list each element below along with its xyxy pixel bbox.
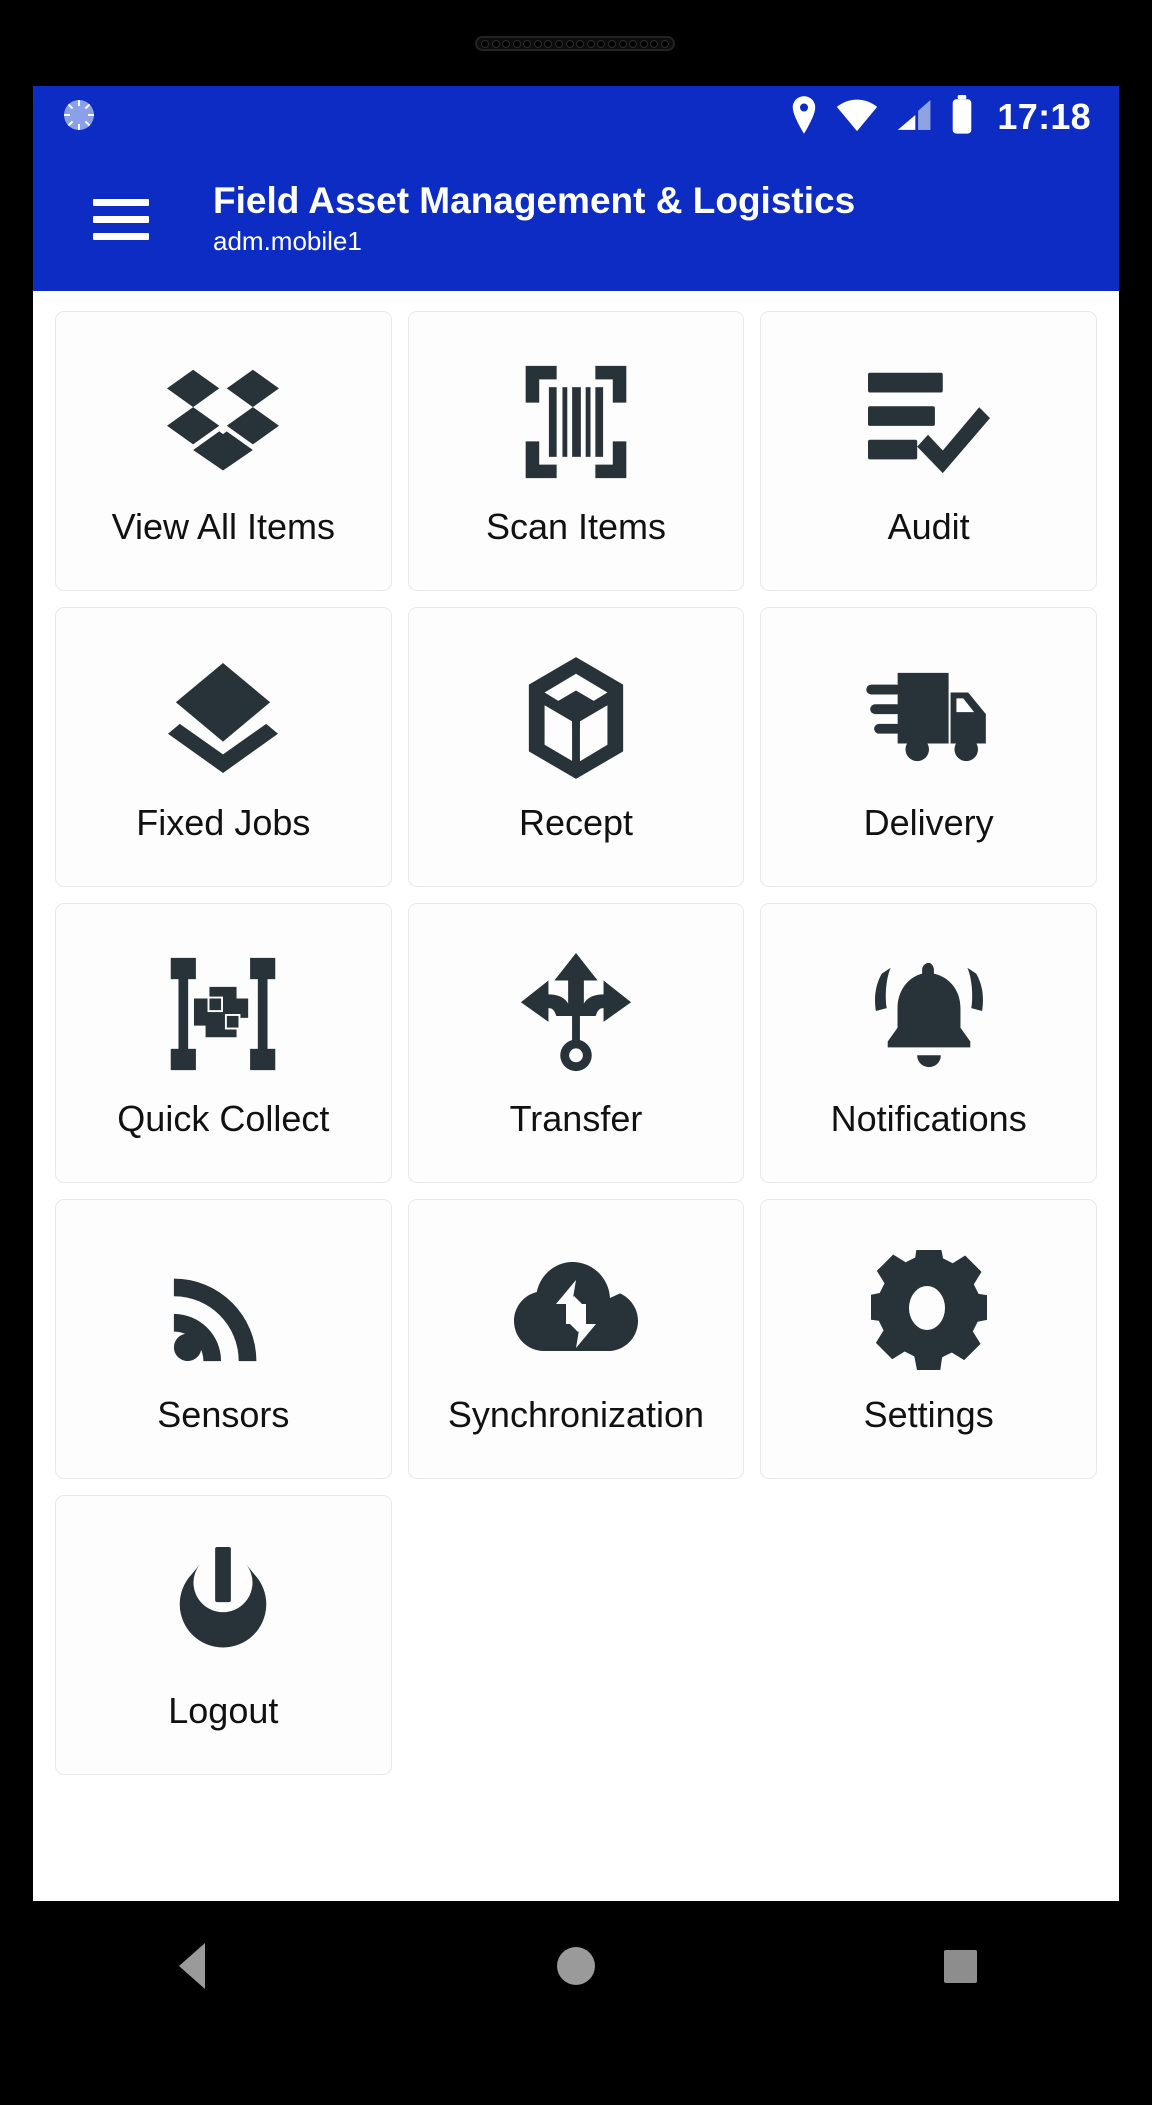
tile-label: Settings bbox=[863, 1394, 994, 1435]
cloud-sync-icon bbox=[513, 1245, 638, 1375]
home-button[interactable] bbox=[501, 1921, 651, 2011]
transfer-arrows-icon bbox=[520, 949, 632, 1079]
tile-label: Scan Items bbox=[485, 506, 667, 547]
app-bar: Field Asset Management & Logistics adm.m… bbox=[33, 148, 1119, 291]
app-bar-titles: Field Asset Management & Logistics adm.m… bbox=[213, 180, 855, 258]
tile-label: Notifications bbox=[830, 1098, 1027, 1139]
tile-scan-items[interactable]: Scan Items bbox=[407, 311, 745, 591]
tile-label: Quick Collect bbox=[117, 1098, 330, 1139]
earpiece-speaker bbox=[475, 36, 675, 51]
sync-spinner-icon bbox=[59, 95, 99, 140]
tile-logout[interactable]: Logout bbox=[55, 1495, 392, 1775]
tile-label: View All Items bbox=[111, 506, 336, 547]
tile-view-all-items[interactable]: View All Items bbox=[55, 311, 392, 591]
barcode-scan-icon bbox=[521, 357, 631, 487]
tile-settings[interactable]: Settings bbox=[760, 1199, 1097, 1479]
location-pin-icon bbox=[789, 95, 819, 139]
logged-in-user: adm.mobile1 bbox=[213, 225, 362, 256]
qr-frame-icon bbox=[166, 949, 280, 1079]
tile-audit[interactable]: Audit bbox=[760, 311, 1097, 591]
hamburger-menu-icon[interactable] bbox=[93, 199, 149, 240]
status-bar: 17:18 bbox=[33, 86, 1119, 148]
top-bezel bbox=[0, 0, 1152, 86]
menu-grid: View All Items Scan Items Audit Fixed Jo… bbox=[33, 291, 1119, 1775]
status-bar-left bbox=[59, 95, 99, 140]
gear-icon bbox=[870, 1245, 987, 1375]
tile-transfer[interactable]: Transfer bbox=[407, 903, 745, 1183]
checklist-check-icon bbox=[867, 357, 990, 487]
tile-synchronization[interactable]: Synchronization bbox=[407, 1199, 745, 1479]
bottom-bezel bbox=[0, 2031, 1152, 2105]
battery-icon bbox=[950, 94, 974, 140]
power-icon bbox=[167, 1541, 279, 1671]
tile-label: Synchronization bbox=[447, 1394, 705, 1435]
phone-screen: 17:18 Field Asset Management & Logistics… bbox=[33, 86, 1119, 1901]
layers-icon bbox=[164, 653, 282, 783]
tile-label: Audit bbox=[887, 506, 970, 547]
wifi-icon bbox=[836, 98, 878, 137]
tile-label: Recept bbox=[518, 802, 634, 843]
back-button[interactable] bbox=[117, 1921, 267, 2011]
tile-label: Sensors bbox=[157, 1394, 290, 1435]
tile-label: Fixed Jobs bbox=[136, 802, 311, 843]
android-nav-bar bbox=[0, 1901, 1152, 2031]
tile-label: Transfer bbox=[509, 1098, 643, 1139]
box-open-3d-icon bbox=[521, 653, 631, 783]
tile-label: Delivery bbox=[863, 802, 994, 843]
status-bar-clock: 17:18 bbox=[997, 96, 1091, 137]
tile-label: Logout bbox=[168, 1690, 279, 1731]
device-frame: 17:18 Field Asset Management & Logistics… bbox=[0, 0, 1152, 2105]
open-box-icon bbox=[163, 357, 283, 487]
recents-button[interactable] bbox=[885, 1921, 1035, 2011]
bell-ringing-icon bbox=[870, 949, 988, 1079]
tile-recept[interactable]: Recept bbox=[407, 607, 745, 887]
tile-delivery[interactable]: Delivery bbox=[760, 607, 1097, 887]
delivery-truck-icon bbox=[865, 653, 992, 783]
rss-signal-icon bbox=[171, 1245, 275, 1375]
tile-quick-collect[interactable]: Quick Collect bbox=[55, 903, 392, 1183]
tile-notifications[interactable]: Notifications bbox=[760, 903, 1097, 1183]
page-title: Field Asset Management & Logistics bbox=[213, 180, 856, 222]
tile-fixed-jobs[interactable]: Fixed Jobs bbox=[55, 607, 392, 887]
status-bar-right: 17:18 bbox=[789, 94, 1091, 140]
cellular-signal-icon bbox=[895, 98, 933, 137]
tile-sensors[interactable]: Sensors bbox=[55, 1199, 392, 1479]
